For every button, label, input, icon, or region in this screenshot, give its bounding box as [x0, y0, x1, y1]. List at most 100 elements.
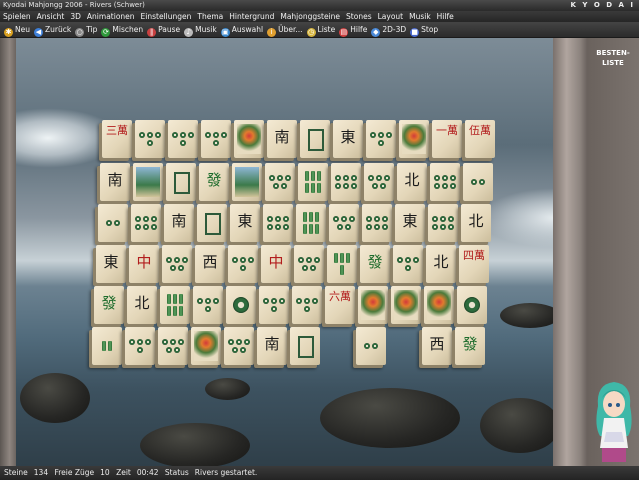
mahjong-tile[interactable]: 西: [195, 245, 225, 283]
toolbar-button[interactable]: ◷ Liste: [306, 22, 335, 37]
mahjong-tile[interactable]: [133, 163, 163, 201]
mahjong-tile[interactable]: [463, 163, 493, 201]
mahjong-tile[interactable]: 中: [129, 245, 159, 283]
mahjong-tile[interactable]: [193, 286, 223, 324]
mahjong-tile[interactable]: 東: [333, 120, 363, 158]
mahjong-tile[interactable]: [98, 204, 128, 242]
mahjong-tile[interactable]: 發: [360, 245, 390, 283]
mahjong-tile[interactable]: 南: [267, 120, 297, 158]
mahjong-tile[interactable]: [362, 204, 392, 242]
toolbar-button[interactable]: ‖ Pause: [147, 22, 180, 37]
circle-suit-icon: [129, 332, 151, 360]
mahjong-tile[interactable]: [92, 327, 122, 365]
menu-item[interactable]: Hilfe: [437, 12, 454, 21]
mahjong-tile[interactable]: 伍萬: [465, 120, 495, 158]
toolbar-button[interactable]: ▤ Hilfe: [339, 22, 367, 37]
mahjong-tile[interactable]: 六萬: [325, 286, 355, 324]
toolbar-button[interactable]: ♪ Musik: [184, 22, 217, 37]
highscore-button[interactable]: BESTEN- LISTE: [590, 48, 636, 68]
toolbar-button[interactable]: ■ Stop: [410, 22, 438, 37]
mahjong-tile[interactable]: [358, 286, 388, 324]
toolbar-button[interactable]: ○ Tip: [75, 22, 97, 37]
mahjong-tile[interactable]: [158, 327, 188, 365]
menu-item[interactable]: Einstellungen: [141, 12, 192, 21]
toolbar-button[interactable]: ⟳ Mischen: [101, 22, 143, 37]
mahjong-tile[interactable]: [263, 204, 293, 242]
mahjong-tile[interactable]: 北: [397, 163, 427, 201]
toolbar-button[interactable]: ◆ 2D-3D: [371, 22, 406, 37]
mahjong-tile[interactable]: [265, 163, 295, 201]
menu-item[interactable]: Stones: [346, 12, 372, 21]
mahjong-tile[interactable]: [329, 204, 359, 242]
menu-item[interactable]: Mahjonggsteine: [280, 12, 340, 21]
mahjong-tile[interactable]: 北: [127, 286, 157, 324]
mahjong-tile[interactable]: [160, 286, 190, 324]
toolbar-button[interactable]: ▣ Auswahl: [220, 22, 263, 37]
mahjong-tile[interactable]: 南: [100, 163, 130, 201]
mahjong-tile[interactable]: 南: [164, 204, 194, 242]
mahjong-tile[interactable]: [428, 204, 458, 242]
mahjong-tile[interactable]: 北: [426, 245, 456, 283]
menu-item[interactable]: Ansicht: [37, 12, 65, 21]
mahjong-tile[interactable]: [327, 245, 357, 283]
mahjong-tile[interactable]: [424, 286, 454, 324]
mahjong-tile[interactable]: 三萬: [102, 120, 132, 158]
mahjong-tile[interactable]: 東: [395, 204, 425, 242]
mahjong-tile[interactable]: [166, 163, 196, 201]
mahjong-tile[interactable]: [399, 120, 429, 158]
mahjong-tile[interactable]: [224, 327, 254, 365]
mahjong-tile[interactable]: [162, 245, 192, 283]
menu-item[interactable]: Spielen: [3, 12, 31, 21]
mahjong-tile[interactable]: 中: [261, 245, 291, 283]
mahjong-tile[interactable]: 東: [96, 245, 126, 283]
mahjong-tile[interactable]: [331, 163, 361, 201]
mahjong-tile[interactable]: [191, 327, 221, 365]
toolbar-button[interactable]: ✱ Neu: [4, 22, 30, 37]
mahjong-tile[interactable]: [391, 286, 421, 324]
mahjong-tile[interactable]: [356, 327, 386, 365]
mahjong-tile[interactable]: 北: [461, 204, 491, 242]
mahjong-tile[interactable]: [232, 163, 262, 201]
mahjong-tile[interactable]: 西: [422, 327, 452, 365]
mahjong-tile[interactable]: [292, 286, 322, 324]
mahjong-tile[interactable]: [300, 120, 330, 158]
mahjong-tile[interactable]: 東: [230, 204, 260, 242]
mahjong-tile[interactable]: [366, 120, 396, 158]
menu-item[interactable]: Hintergrund: [229, 12, 274, 21]
circle-suit-icon: [360, 332, 382, 360]
mahjong-tile[interactable]: [168, 120, 198, 158]
toolbar-button[interactable]: ◀ Zurück: [33, 22, 71, 37]
mahjong-tile[interactable]: [457, 286, 487, 324]
mahjong-tile[interactable]: [201, 120, 231, 158]
mahjong-tile[interactable]: [228, 245, 258, 283]
mahjong-tile[interactable]: 發: [455, 327, 485, 365]
mahjong-tile[interactable]: 一萬: [432, 120, 462, 158]
menu-item[interactable]: Musik: [409, 12, 431, 21]
toolbar-button[interactable]: i Über...: [267, 22, 303, 37]
mahjong-tile[interactable]: 發: [199, 163, 229, 201]
mahjong-tile[interactable]: [226, 286, 256, 324]
mahjong-tile[interactable]: [430, 163, 460, 201]
menu-item[interactable]: Thema: [197, 12, 223, 21]
circle-suit-icon: [102, 209, 124, 237]
mahjong-board[interactable]: 三萬南東一萬 伍萬南發北南東東北東中西中發北四萬發北六萬南西發: [0, 38, 639, 466]
mahjong-tile[interactable]: [294, 245, 324, 283]
mahjong-tile[interactable]: [234, 120, 264, 158]
mahjong-tile[interactable]: [290, 327, 320, 365]
mahjong-tile[interactable]: 四萬: [459, 245, 489, 283]
mahjong-tile[interactable]: 發: [94, 286, 124, 324]
menu-item[interactable]: Layout: [378, 12, 404, 21]
mahjong-tile[interactable]: [197, 204, 227, 242]
menu-item[interactable]: 3D: [70, 12, 81, 21]
menu-item[interactable]: Animationen: [87, 12, 135, 21]
mahjong-tile[interactable]: [364, 163, 394, 201]
mahjong-tile[interactable]: [296, 204, 326, 242]
mahjong-tile[interactable]: 南: [257, 327, 287, 365]
mahjong-tile[interactable]: [125, 327, 155, 365]
mahjong-tile[interactable]: [259, 286, 289, 324]
mahjong-tile[interactable]: [298, 163, 328, 201]
mahjong-tile[interactable]: [393, 245, 423, 283]
mahjong-tile[interactable]: [135, 120, 165, 158]
game-area[interactable]: 三萬南東一萬 伍萬南發北南東東北東中西中發北四萬發北六萬南西發 BESTEN- L…: [0, 38, 639, 466]
mahjong-tile[interactable]: [131, 204, 161, 242]
